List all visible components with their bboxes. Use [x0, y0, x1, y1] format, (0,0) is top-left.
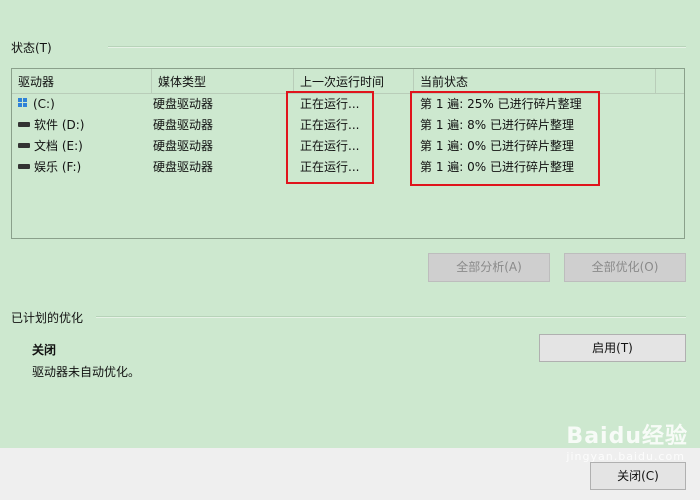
- drive-name: (C:): [33, 97, 55, 111]
- last-run-highlight-box: [286, 91, 374, 184]
- status-divider: [108, 46, 686, 48]
- column-header-status[interactable]: 当前状态: [414, 69, 656, 93]
- close-button[interactable]: 关闭(C): [590, 462, 686, 490]
- column-header-last-run[interactable]: 上一次运行时间: [294, 69, 414, 93]
- schedule-state: 关闭: [32, 343, 57, 357]
- scheduled-section-label: 已计划的优化: [11, 311, 84, 325]
- media-type: 硬盘驱动器: [153, 139, 214, 153]
- media-type: 硬盘驱动器: [153, 97, 214, 111]
- enable-schedule-button[interactable]: 启用(T): [539, 334, 686, 362]
- media-type: 硬盘驱动器: [153, 118, 214, 132]
- hard-drive-icon: [18, 143, 30, 148]
- status-section-label: 状态(T): [11, 41, 52, 55]
- scheduled-divider: [96, 316, 686, 318]
- analyze-all-button[interactable]: 全部分析(A): [428, 253, 550, 282]
- hard-drive-icon: [18, 164, 30, 169]
- watermark-sub: jingyan.baidu.com: [566, 450, 685, 463]
- column-header-media-type[interactable]: 媒体类型: [152, 69, 294, 93]
- hard-drive-icon: [18, 122, 30, 127]
- drive-name: 软件 (D:): [34, 118, 85, 132]
- windows-drive-icon: [18, 97, 29, 108]
- watermark-main: Baidu经验: [566, 424, 688, 449]
- drive-name: 娱乐 (F:): [34, 160, 82, 174]
- drive-name: 文档 (E:): [34, 139, 83, 153]
- schedule-description: 驱动器未自动优化。: [32, 365, 141, 379]
- optimize-all-button[interactable]: 全部优化(O): [564, 253, 686, 282]
- baidu-watermark: Baidu经验 jingyan.baidu.com: [566, 418, 688, 463]
- status-highlight-box: [410, 91, 600, 186]
- column-header-drive[interactable]: 驱动器: [12, 69, 152, 93]
- media-type: 硬盘驱动器: [153, 160, 214, 174]
